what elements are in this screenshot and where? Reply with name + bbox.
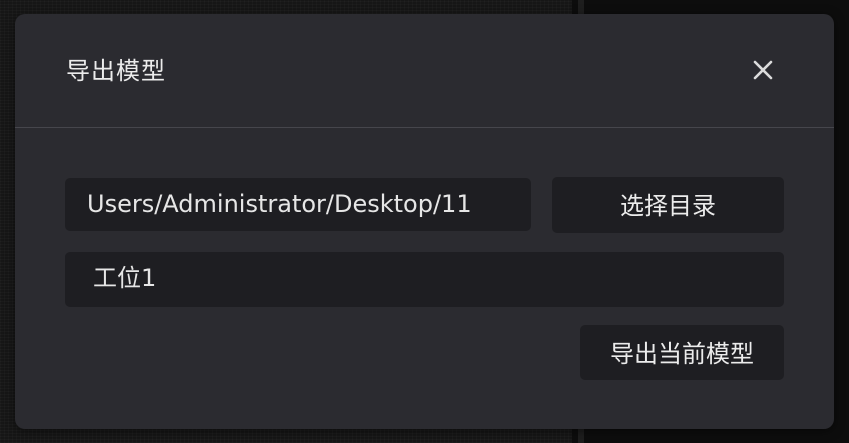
select-directory-button[interactable]: 选择目录: [552, 177, 784, 233]
export-path-field[interactable]: Users/Administrator/Desktop/11: [65, 178, 531, 231]
dialog-header: 导出模型: [15, 14, 834, 128]
dialog-title: 导出模型: [66, 57, 166, 85]
close-icon: [753, 60, 773, 80]
export-current-model-button[interactable]: 导出当前模型: [580, 325, 784, 380]
export-model-dialog: 导出模型 Users/Administrator/Desktop/11 选择目录…: [15, 14, 834, 429]
close-button[interactable]: [749, 56, 777, 84]
model-name-field[interactable]: 工位1: [65, 252, 784, 307]
